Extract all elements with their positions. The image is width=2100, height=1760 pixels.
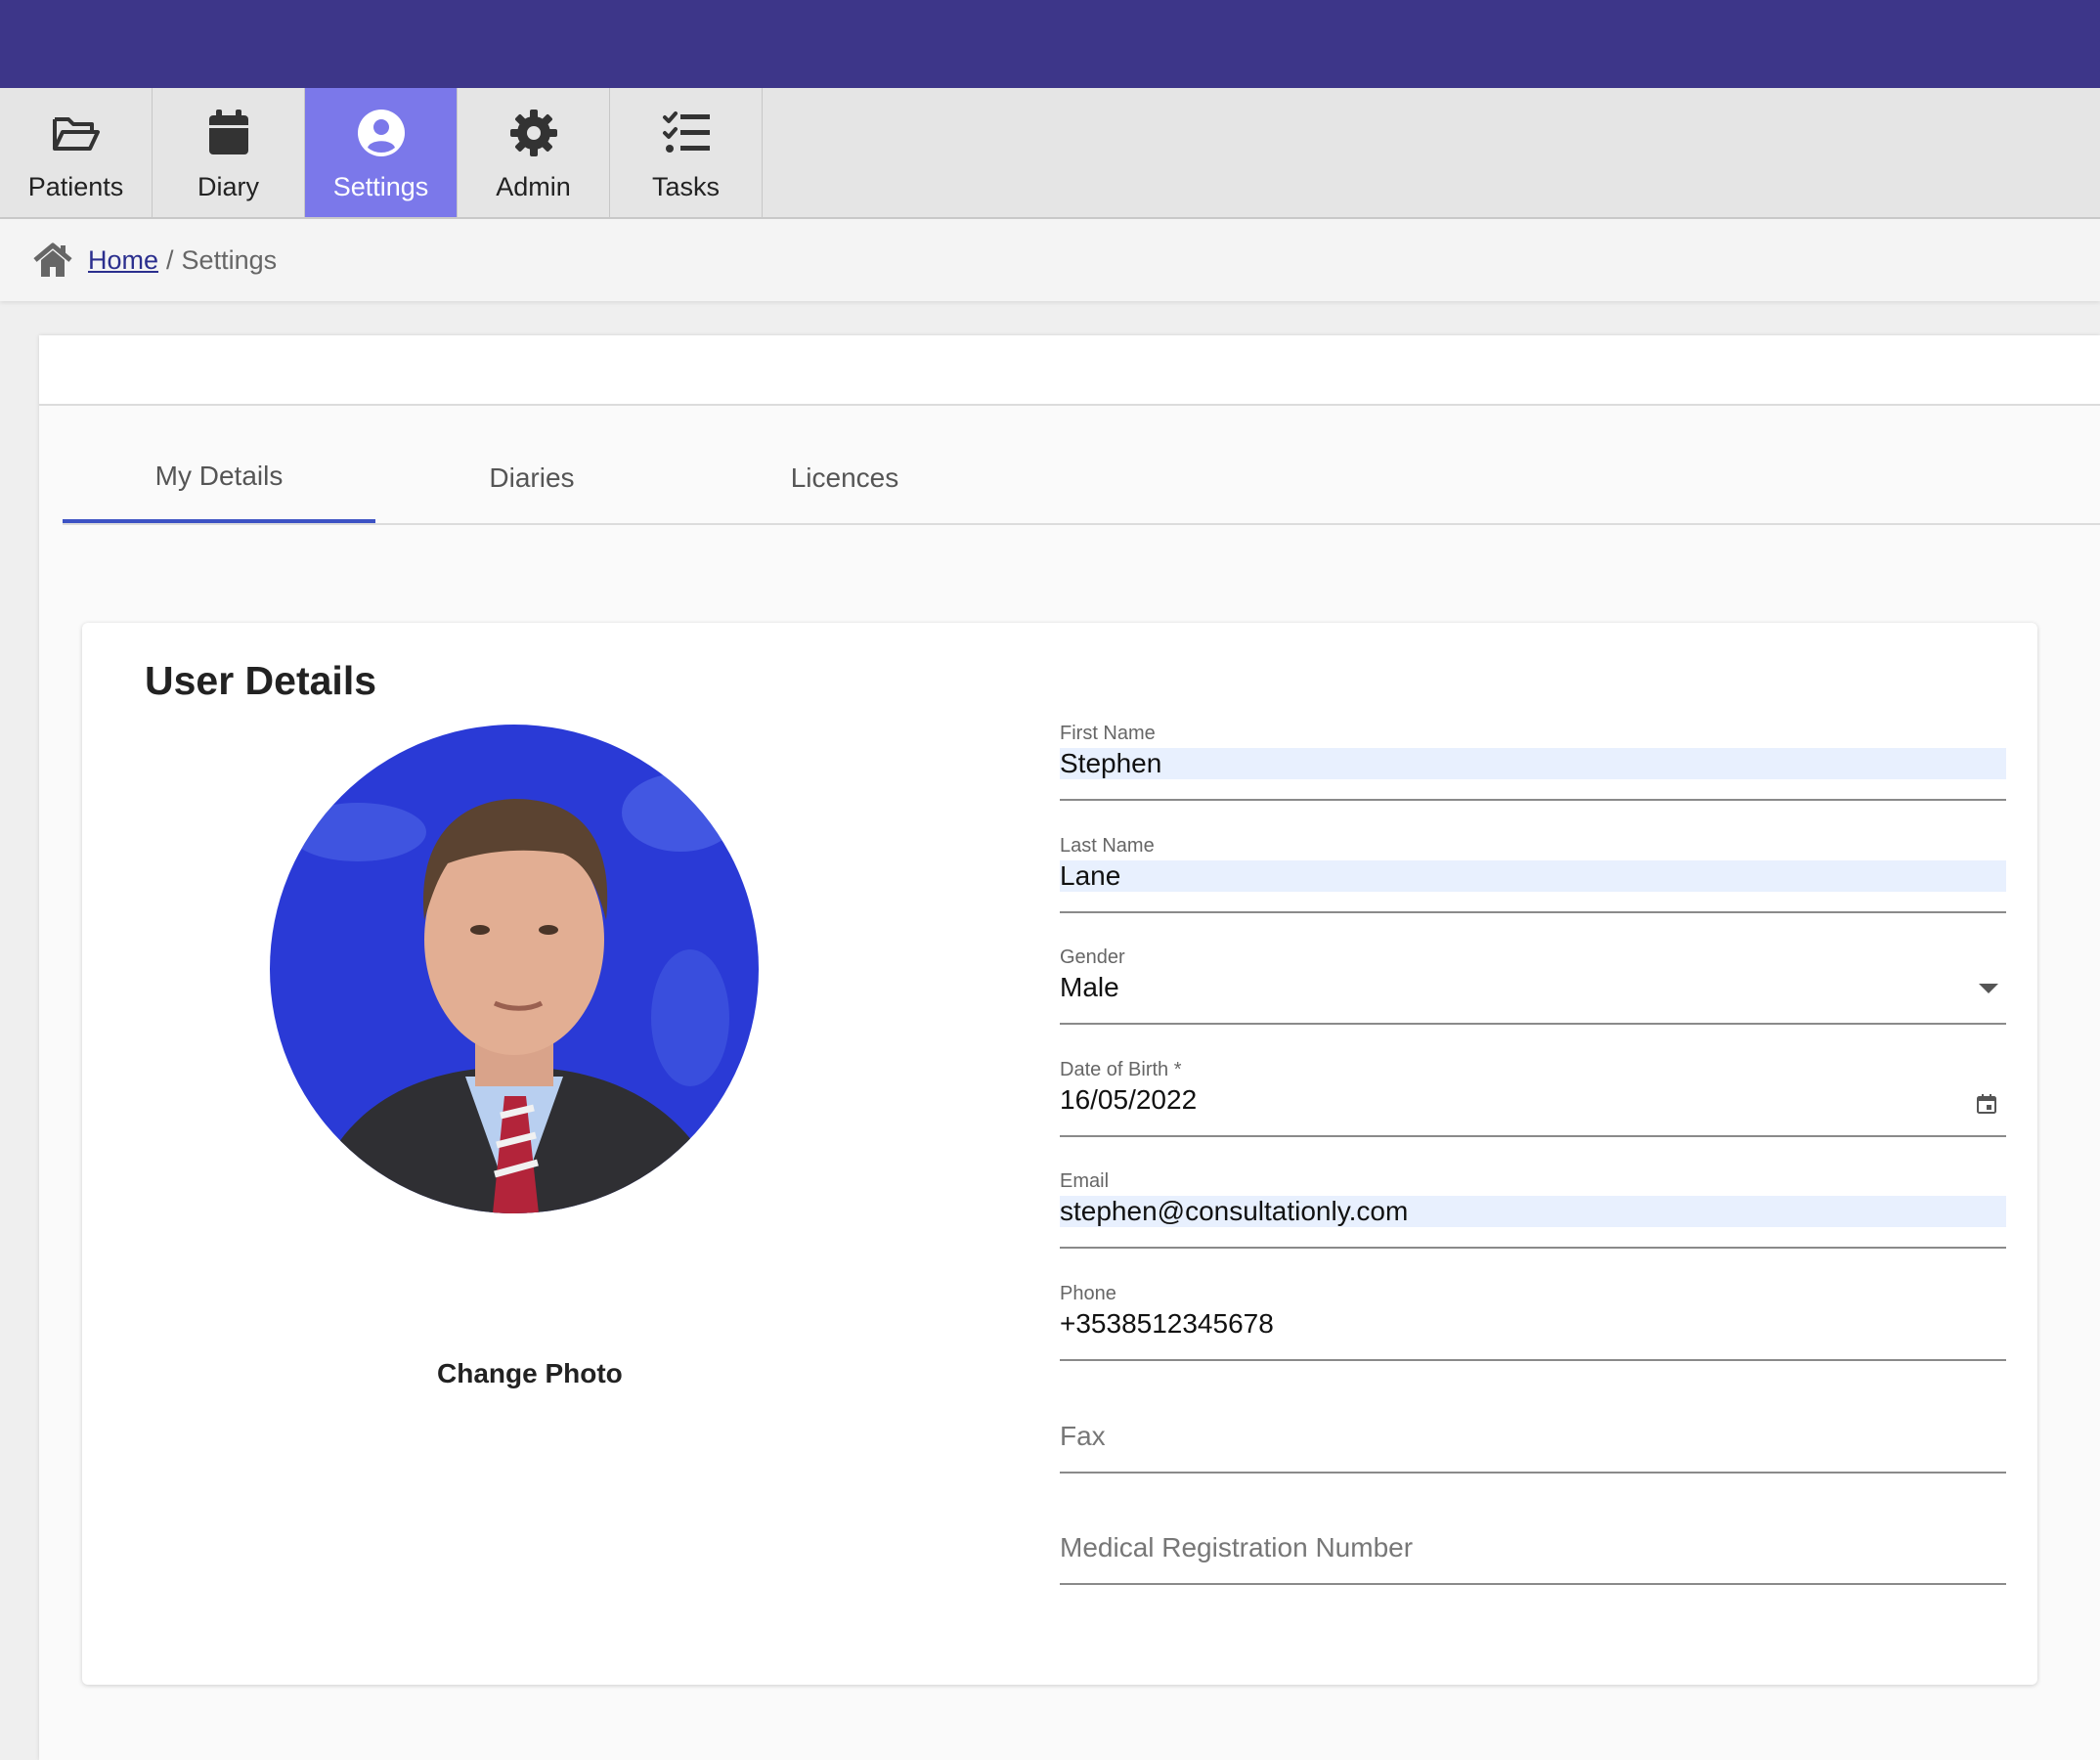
- nav-tab-label: Diary: [197, 171, 259, 201]
- home-icon: [33, 242, 72, 277]
- tab-diaries[interactable]: Diaries: [375, 433, 688, 523]
- first-name-label: First Name: [1060, 723, 1156, 744]
- tasks-icon: [662, 110, 710, 153]
- nav-tab-diary[interactable]: Diary: [153, 88, 305, 217]
- gender-value: Male: [1060, 972, 1119, 1002]
- main-nav: Patients Diary Settings Admin Tasks: [0, 88, 2100, 219]
- phone-label: Phone: [1060, 1283, 1116, 1304]
- dob-field: Date of Birth *: [1060, 1059, 2006, 1137]
- calendar-picker-icon[interactable]: [1975, 1092, 1998, 1116]
- card-title: User Details: [145, 658, 377, 703]
- last-name-label: Last Name: [1060, 835, 1155, 857]
- nav-tab-tasks[interactable]: Tasks: [610, 88, 763, 217]
- user-details-card: User Details Change Photo First Name Ste…: [82, 623, 2037, 1685]
- panel-header: [39, 335, 2100, 406]
- breadcrumb-current: Settings: [181, 244, 278, 275]
- first-name-input[interactable]: [1060, 748, 2006, 779]
- email-field: Email: [1060, 1170, 2006, 1249]
- fax-input[interactable]: [1060, 1421, 2006, 1452]
- breadcrumb-home-link[interactable]: Home: [88, 245, 158, 276]
- change-photo-button[interactable]: Change Photo: [437, 1358, 623, 1389]
- settings-tabs: My Details Diaries Licences: [63, 433, 2100, 525]
- nav-tab-admin[interactable]: Admin: [458, 88, 610, 217]
- folder-open-icon: [52, 116, 100, 151]
- top-bar: [0, 0, 2100, 88]
- nav-tab-patients[interactable]: Patients: [0, 88, 153, 217]
- gender-label: Gender: [1060, 946, 1125, 968]
- mrn-input[interactable]: [1060, 1532, 2006, 1563]
- mrn-field: [1060, 1507, 2006, 1585]
- tab-my-details[interactable]: My Details: [63, 433, 375, 523]
- gear-icon: [509, 109, 557, 156]
- email-label: Email: [1060, 1170, 1110, 1192]
- phone-input[interactable]: [1060, 1308, 2006, 1340]
- nav-tab-label: Admin: [496, 171, 571, 201]
- dob-label: Date of Birth *: [1060, 1059, 1182, 1080]
- breadcrumb: Home / Settings: [0, 219, 2100, 301]
- avatar: [270, 725, 759, 1213]
- nav-tab-label: Tasks: [651, 171, 721, 201]
- gender-select[interactable]: Gender Male: [1060, 946, 2006, 1025]
- nav-tab-label: Settings: [332, 171, 429, 201]
- dob-input[interactable]: [1060, 1084, 2006, 1116]
- phone-field: Phone: [1060, 1283, 2006, 1361]
- breadcrumb-separator: /: [166, 244, 174, 275]
- nav-tab-settings[interactable]: Settings: [305, 88, 458, 217]
- chevron-down-icon: [1979, 984, 1998, 993]
- profile-photo: [270, 725, 759, 1213]
- tab-licences[interactable]: Licences: [688, 433, 1001, 523]
- first-name-field: First Name: [1060, 723, 2006, 801]
- fax-field: [1060, 1395, 2006, 1474]
- last-name-input[interactable]: [1060, 860, 2006, 892]
- last-name-field: Last Name: [1060, 835, 2006, 913]
- nav-tab-label: Patients: [27, 171, 124, 201]
- settings-panel: My Details Diaries Licences User Details: [39, 335, 2100, 1760]
- user-circle-icon: [357, 109, 405, 156]
- calendar-icon: [208, 109, 248, 154]
- email-input[interactable]: [1060, 1196, 2006, 1227]
